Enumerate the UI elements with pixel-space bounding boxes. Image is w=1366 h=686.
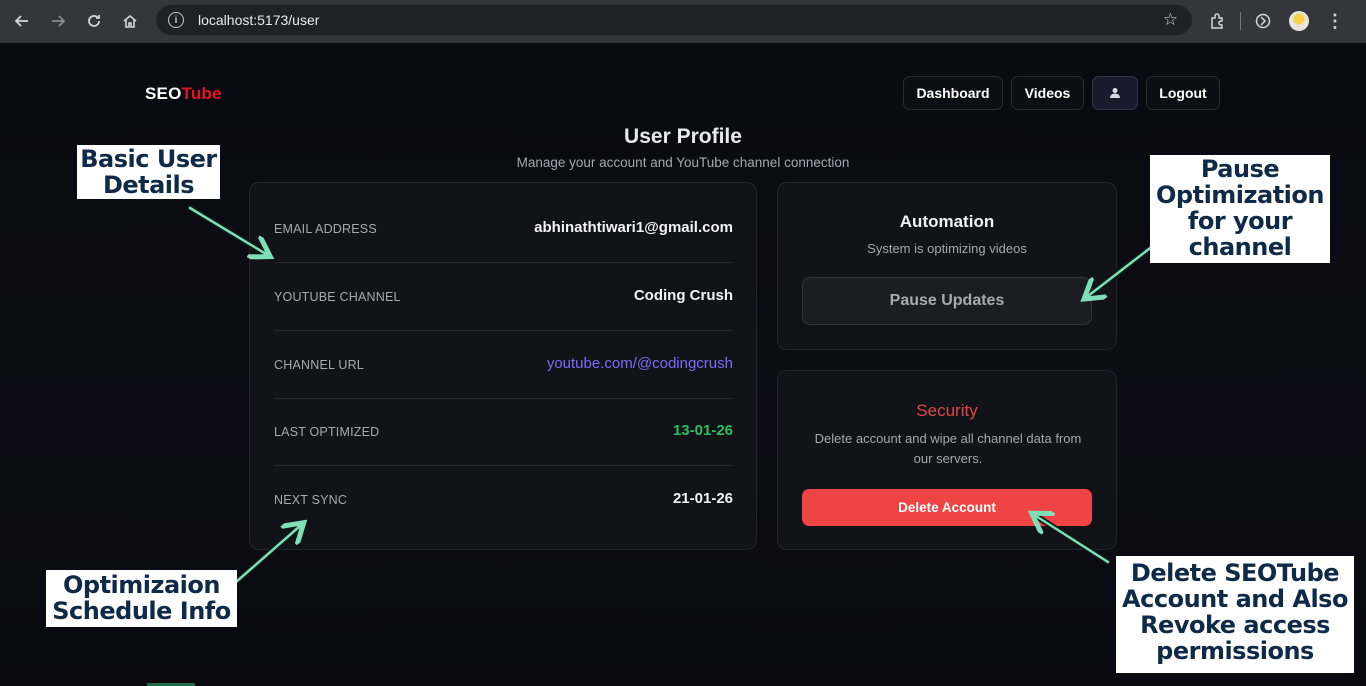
address-bar[interactable]: i localhost:5173/user ☆ bbox=[156, 5, 1192, 35]
home-icon[interactable] bbox=[112, 3, 148, 39]
annotation-line: channel bbox=[1188, 233, 1292, 261]
detail-row-channel: YOUTUBE CHANNEL Coding Crush bbox=[274, 263, 733, 331]
url-text[interactable]: localhost:5173/user bbox=[198, 12, 319, 28]
annotation-line: for your bbox=[1187, 207, 1293, 235]
security-description: Delete account and wipe all channel data… bbox=[814, 431, 1082, 466]
detail-row-channel-url: CHANNEL URL youtube.com/@codingcrush bbox=[274, 331, 733, 399]
browser-toolbar: i localhost:5173/user ☆ ⋮ bbox=[0, 0, 1366, 43]
nav-videos-button[interactable]: Videos bbox=[1011, 76, 1084, 110]
annotation-line: Schedule Info bbox=[52, 597, 231, 625]
detail-label: CHANNEL URL bbox=[274, 358, 364, 372]
annotation-line: Optimizaion bbox=[63, 571, 220, 599]
annotation-line: Revoke access bbox=[1140, 611, 1330, 639]
logo-seo: SEO bbox=[145, 84, 182, 103]
sync-icon[interactable] bbox=[1245, 6, 1281, 36]
reload-icon[interactable] bbox=[76, 3, 112, 39]
automation-card: Automation System is optimizing videos P… bbox=[777, 182, 1117, 350]
annotation-line: permissions bbox=[1156, 637, 1314, 665]
automation-status: System is optimizing videos bbox=[867, 241, 1027, 256]
last-optimized-value: 13-01-26 bbox=[672, 422, 733, 439]
user-details-card: EMAIL ADDRESS abhinathtiwari1@gmail.com … bbox=[249, 182, 757, 550]
forward-arrow-icon[interactable] bbox=[40, 3, 76, 39]
channel-name-value: Coding Crush bbox=[633, 287, 733, 304]
detail-row-next-sync: NEXT SYNC 21-01-26 bbox=[274, 466, 733, 534]
detail-row-email: EMAIL ADDRESS abhinathtiwari1@gmail.com bbox=[274, 195, 733, 263]
extensions-icon[interactable] bbox=[1200, 6, 1236, 36]
annotation-line: Optimization bbox=[1156, 181, 1324, 209]
pause-updates-button[interactable]: Pause Updates bbox=[802, 277, 1092, 325]
detail-label: YOUTUBE CHANNEL bbox=[274, 290, 401, 304]
site-info-icon[interactable]: i bbox=[168, 12, 184, 28]
detail-row-last-optimized: LAST OPTIMIZED 13-01-26 bbox=[274, 398, 733, 466]
automation-title: Automation bbox=[899, 212, 995, 231]
detail-label: EMAIL ADDRESS bbox=[274, 222, 377, 236]
kebab-menu-icon[interactable]: ⋮ bbox=[1317, 6, 1353, 36]
annotation-line: Basic User bbox=[80, 145, 217, 173]
user-profile-button[interactable] bbox=[1092, 76, 1138, 110]
bookmark-star-icon[interactable]: ☆ bbox=[1163, 11, 1178, 28]
security-title: Security bbox=[916, 401, 978, 420]
nav-dashboard-button[interactable]: Dashboard bbox=[903, 76, 1003, 110]
logout-button[interactable]: Logout bbox=[1146, 76, 1220, 110]
logo-tube: Tube bbox=[181, 84, 222, 103]
annotation-delete: Delete SEOTube Account and Also Revoke a… bbox=[1116, 556, 1354, 673]
annotation-line: Pause bbox=[1200, 155, 1280, 183]
annotation-line: Account and Also bbox=[1122, 585, 1348, 613]
annotation-line: Delete SEOTube bbox=[1130, 559, 1340, 587]
email-value: abhinathtiwari1@gmail.com bbox=[534, 219, 733, 236]
toolbar-divider bbox=[1240, 12, 1241, 30]
security-card: Security Delete account and wipe all cha… bbox=[777, 370, 1117, 550]
annotation-pause: Pause Optimization for your channel bbox=[1150, 155, 1330, 263]
next-sync-value: 21-01-26 bbox=[672, 490, 733, 507]
back-arrow-icon[interactable] bbox=[4, 3, 40, 39]
delete-account-button[interactable]: Delete Account bbox=[802, 489, 1092, 526]
channel-url-link[interactable]: youtube.com/@codingcrush bbox=[547, 355, 733, 372]
site-logo[interactable]: SEOTube bbox=[145, 84, 222, 104]
profile-avatar[interactable] bbox=[1281, 6, 1317, 36]
annotation-schedule: Optimizaion Schedule Info bbox=[46, 570, 237, 627]
top-nav: Dashboard Videos Logout bbox=[903, 76, 1220, 110]
user-icon bbox=[1110, 88, 1120, 98]
annotation-basic-details: Basic User Details bbox=[77, 145, 220, 199]
detail-label: LAST OPTIMIZED bbox=[274, 425, 380, 439]
detail-label: NEXT SYNC bbox=[274, 493, 348, 507]
annotation-line: Details bbox=[102, 171, 195, 199]
